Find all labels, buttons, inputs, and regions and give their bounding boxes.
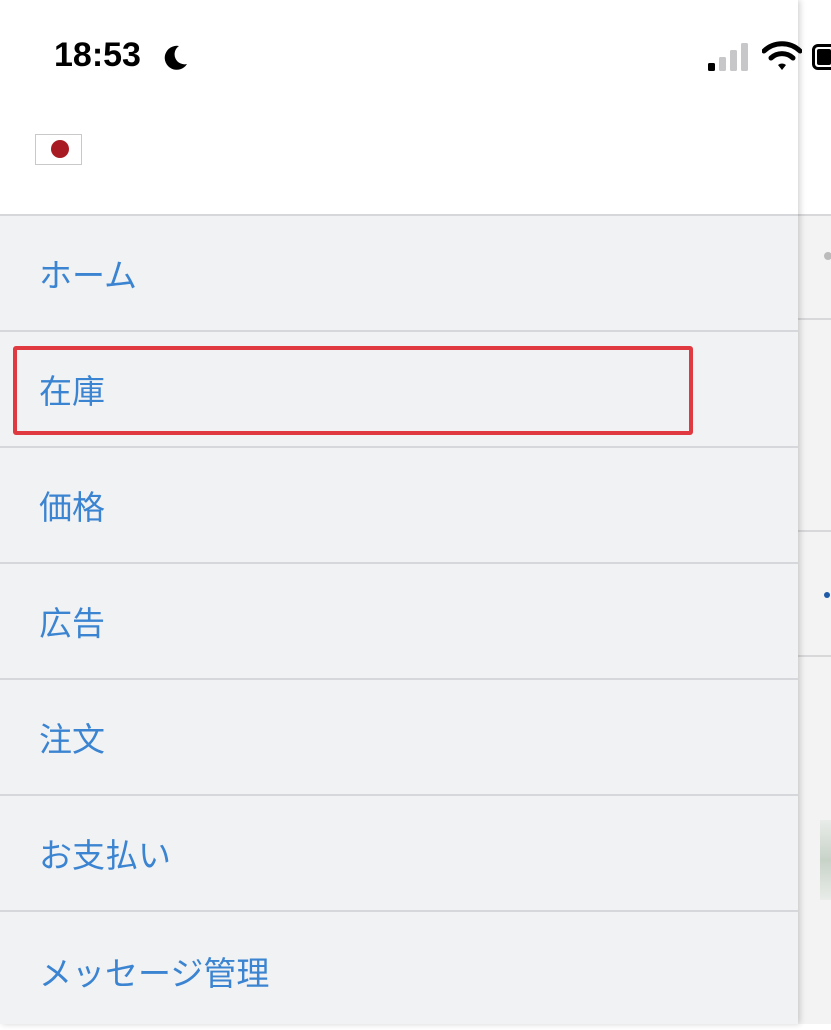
background-bullet (824, 592, 830, 598)
background-header (798, 0, 831, 214)
battery-icon (812, 44, 831, 70)
cellular-signal-icon (708, 43, 748, 71)
inventory-highlight-box (13, 346, 693, 435)
background-circle (824, 252, 831, 260)
wifi-icon (762, 41, 802, 70)
background-app-content (798, 0, 831, 1024)
status-bar: 18:53 (0, 0, 831, 214)
background-thumbnail (820, 820, 831, 900)
japan-flag-icon[interactable] (35, 134, 82, 165)
drawer-menu: ホーム 在庫 価格 広告 注文 お支払い メッセージ管理 (0, 214, 798, 1030)
navigation-drawer: 18:53 ホーム 在庫 価格 広告 注文 お支払い メッセージ管理 (0, 0, 831, 1024)
menu-item-home[interactable]: ホーム (0, 214, 798, 330)
background-divider (798, 655, 831, 657)
menu-item-pricing[interactable]: 価格 (0, 446, 798, 562)
menu-item-payments[interactable]: お支払い (0, 794, 798, 910)
menu-item-advertising[interactable]: 広告 (0, 562, 798, 678)
menu-item-message-management[interactable]: メッセージ管理 (0, 910, 798, 1030)
menu-item-orders[interactable]: 注文 (0, 678, 798, 794)
background-divider (798, 214, 831, 216)
background-divider (798, 318, 831, 320)
moon-icon (164, 45, 187, 70)
status-time: 18:53 (54, 36, 141, 74)
background-divider (798, 530, 831, 532)
